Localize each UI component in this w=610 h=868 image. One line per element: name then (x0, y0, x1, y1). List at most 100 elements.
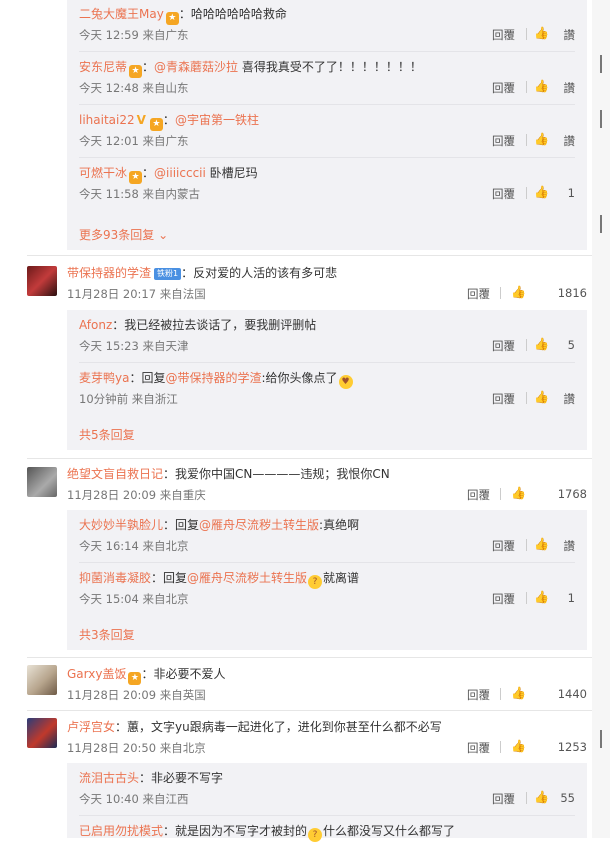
mention-link[interactable]: @雁舟尽流秽土转生版 (187, 571, 307, 585)
reply-time: 今天 11:58 来自内蒙古 (79, 187, 200, 201)
comment-username[interactable]: 卢浮宫女 (67, 720, 115, 734)
reply-item: 已启用勿扰模式：就是因为不写字才被封的? 什么都没写又什么都写了 (79, 816, 575, 868)
reply-time: 今天 15:04 来自北京 (79, 592, 189, 606)
reply-button[interactable]: 回覆 (467, 487, 490, 503)
like-count[interactable]: 5 (568, 338, 575, 352)
thumbs-up-icon[interactable]: 👍 (534, 26, 549, 40)
thumbs-up-icon[interactable]: 👍 (534, 337, 549, 351)
reply-panel: 流泪古古头：非必要不写字 今天 10:40 来自江西 回覆 👍 55 已启用勿扰… (67, 763, 587, 842)
avatar[interactable] (27, 665, 57, 695)
reply-username[interactable]: 麦芽鸭ya (79, 371, 129, 385)
thumbs-up-icon[interactable]: 👍 (511, 739, 526, 753)
reply-prefix: ：回复 (163, 518, 200, 532)
divider (526, 187, 527, 199)
divider (526, 134, 527, 146)
strip-mark (600, 110, 602, 128)
divider (526, 392, 527, 404)
divider (500, 741, 501, 753)
reply-text: ：我已经被拉去谈话了，要我删评删帖 (112, 318, 317, 332)
more-replies-link[interactable]: 共5条回复 (79, 426, 135, 443)
reply-button[interactable]: 回覆 (492, 27, 515, 43)
divider (27, 255, 592, 256)
reply-item: 二兔大魔王May ★ ：哈哈哈哈哈哈救命 今天 12:59 来自广东 回覆 👍 讚 (79, 0, 575, 52)
comment-item: 卢浮宫女：蕙，文字yu跟病毒一起进化了，进化到你甚至什么都不必写 11月28日 … (0, 718, 592, 758)
reply-button[interactable]: 回覆 (467, 286, 490, 302)
thumbs-up-icon[interactable]: 👍 (534, 790, 549, 804)
reply-button[interactable]: 回覆 (492, 591, 515, 607)
reply-text: ：就是因为不写字才被封的 (163, 824, 308, 838)
comment-actions: 回覆 👍 1816 (467, 285, 587, 302)
more-replies-link[interactable]: 更多93条回复 ⌄ (79, 226, 168, 243)
like-count[interactable]: 讚 (564, 538, 576, 554)
comment-actions: 回覆 👍 1768 (467, 486, 587, 503)
divider (500, 287, 501, 299)
reply-item: 安东尼蒂 ★ ：@青森蘑菇沙拉 喜得我真受不了了！！！！！！！ 今天 12:48 来… (79, 52, 575, 105)
reply-panel: Afonz：我已经被拉去谈话了，要我删评删帖 今天 15:23 来自天津 回覆 … (67, 310, 587, 450)
like-count[interactable]: 55 (560, 791, 575, 805)
avatar[interactable] (27, 718, 57, 748)
thumbs-up-icon[interactable]: 👍 (534, 185, 549, 199)
comment-username[interactable]: 绝望文盲自救日记 (67, 467, 163, 481)
reply-button[interactable]: 回覆 (492, 133, 515, 149)
mention-link[interactable]: @带保持器的学渣 (165, 371, 261, 385)
thumbs-up-icon[interactable]: 👍 (511, 686, 526, 700)
reply-item: Afonz：我已经被拉去谈话了，要我删评删帖 今天 15:23 来自天津 回覆 … (79, 310, 575, 363)
divider (500, 488, 501, 500)
like-count[interactable]: 讚 (564, 80, 576, 96)
like-count[interactable]: 1 (568, 186, 575, 200)
divider (27, 710, 592, 711)
like-count[interactable]: 讚 (564, 27, 576, 43)
reply-username[interactable]: 抑菌消毒凝胶 (79, 571, 151, 585)
like-count[interactable]: 1253 (558, 740, 587, 754)
comment-time: 11月28日 20:17 来自法国 (67, 287, 206, 301)
reply-button[interactable]: 回覆 (467, 687, 490, 703)
mention-link[interactable]: @iiiicccii (154, 166, 206, 180)
divider (526, 339, 527, 351)
mention-link[interactable]: @青森蘑菇沙拉 (154, 60, 238, 74)
comment-username[interactable]: 带保持器的学渣 (67, 266, 151, 280)
reply-username[interactable]: 二兔大魔王May (79, 7, 164, 21)
fan-level-badge: 铁粉1 (154, 268, 182, 280)
reply-username[interactable]: Afonz (79, 318, 112, 332)
thumbs-up-icon[interactable]: 👍 (534, 590, 549, 604)
strip-mark (600, 55, 602, 73)
reply-time: 今天 10:40 来自江西 (79, 792, 189, 806)
reply-button[interactable]: 回覆 (467, 740, 490, 756)
more-replies-link[interactable]: 共3条回复 (79, 626, 135, 643)
thumbs-up-icon[interactable]: 👍 (511, 285, 526, 299)
reply-time: 今天 12:01 来自广东 (79, 134, 189, 148)
mention-link[interactable]: @雁舟尽流秽土转生版 (199, 518, 319, 532)
avatar[interactable] (27, 266, 57, 296)
comment-username[interactable]: Garxy盖饭 (67, 667, 126, 681)
thumbs-up-icon[interactable]: 👍 (534, 390, 549, 404)
divider (526, 81, 527, 93)
reply-username[interactable]: 大妙妙半孰脸儿 (79, 518, 163, 532)
thumbs-up-icon[interactable]: 👍 (511, 486, 526, 500)
reply-panel: 大妙妙半孰脸儿：回复@雁舟尽流秽土转生版:真绝啊 今天 16:14 来自北京 回… (67, 510, 587, 650)
avatar[interactable] (27, 467, 57, 497)
divider (526, 28, 527, 40)
like-count[interactable]: 1 (568, 591, 575, 605)
reply-username[interactable]: 已启用勿扰模式 (79, 824, 163, 838)
like-count[interactable]: 1768 (558, 487, 587, 501)
reply-button[interactable]: 回覆 (492, 791, 515, 807)
like-count[interactable]: 讚 (564, 391, 576, 407)
reply-button[interactable]: 回覆 (492, 538, 515, 554)
reply-username[interactable]: 流泪古古头 (79, 771, 139, 785)
reply-username[interactable]: 安东尼蒂 (79, 60, 127, 74)
reply-button[interactable]: 回覆 (492, 391, 515, 407)
reply-button[interactable]: 回覆 (492, 338, 515, 354)
like-count[interactable]: 1816 (558, 286, 587, 300)
reply-username[interactable]: 可燃干冰 (79, 166, 127, 180)
like-count[interactable]: 讚 (564, 133, 576, 149)
reply-username[interactable]: lihaitai22 (79, 113, 135, 127)
reply-text: 什么都没写又什么都写了 (323, 824, 456, 838)
thumbs-up-icon[interactable]: 👍 (534, 537, 549, 551)
reply-button[interactable]: 回覆 (492, 80, 515, 96)
thumbs-up-icon[interactable]: 👍 (534, 132, 549, 146)
mention-link[interactable]: @宇宙第一铁柱 (175, 113, 259, 127)
reply-button[interactable]: 回覆 (492, 186, 515, 202)
comment-actions: 回覆 👍 1440 (467, 686, 587, 703)
thumbs-up-icon[interactable]: 👍 (534, 79, 549, 93)
like-count[interactable]: 1440 (558, 687, 587, 701)
